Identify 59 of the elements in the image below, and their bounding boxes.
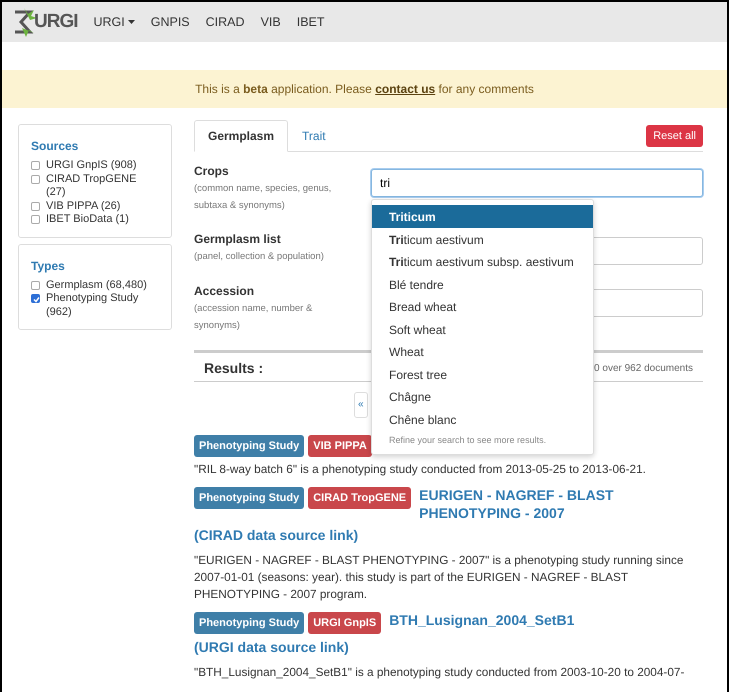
source-link[interactable]: (URGI data source link) (194, 637, 703, 658)
suggestion-item[interactable]: Triticum aestivum subsp. aestivum (372, 250, 593, 272)
pagination-button[interactable]: « (354, 392, 368, 418)
alert-message: This is a beta application. Please contact us for any comments (195, 81, 534, 98)
tag-badge: CIRAD TropGENE (308, 487, 412, 509)
suggestion-item[interactable]: Soft wheat (372, 318, 593, 340)
checkbox[interactable] (31, 202, 40, 210)
suggestion-item[interactable]: Blé tendre (372, 272, 593, 295)
nav-link[interactable]: URGI (94, 12, 135, 32)
nav-link[interactable]: VIB (260, 12, 281, 32)
tag-badge: VIB PIPPA (308, 435, 372, 457)
suggestion-hint: Refine your search to see more results. (388, 434, 548, 447)
logo-text[interactable]: URGI (34, 8, 78, 36)
result-title[interactable]: EURIGEN - NAGREF - BLAST PHENOTYPING - 2007 (419, 486, 703, 522)
tag-badge: Phenotyping Study (194, 612, 304, 634)
result-description: "BTH_Lusignan_2004_SetB1" is a phenotyping study conducted from 2003-10-20 to 2004-07- (194, 664, 686, 681)
field-label: Germplasm list (194, 231, 282, 248)
checkbox-label: VIB PIPPA (26) (46, 200, 120, 213)
field-label: Accession (194, 283, 256, 300)
checkbox-label: URGI GnpIS (908) (46, 159, 136, 172)
suggestion-item[interactable]: Châgne (372, 385, 593, 408)
checkbox[interactable] (31, 280, 40, 290)
suggestion-item[interactable]: Chêne blanc (372, 408, 593, 430)
facet-title: Sources (31, 138, 80, 155)
nav-link[interactable]: CIRAD (206, 12, 245, 32)
field-hint: (panel, collection & population) (194, 250, 325, 264)
tag-badge: Phenotyping Study (194, 487, 304, 509)
tab[interactable]: Trait (288, 120, 340, 152)
result-title[interactable]: BTH_Lusignan_2004_SetB1 (389, 611, 574, 629)
checkbox-label: IBET BioData (1) (46, 213, 129, 226)
input-field[interactable]: tri (371, 169, 703, 197)
checkbox[interactable] (31, 215, 40, 224)
suggestion-item[interactable]: Triticum (372, 205, 593, 228)
checkbox[interactable] (31, 161, 40, 170)
checkbox-label: Germplasm (68,480) (46, 278, 147, 292)
checkbox-label: CIRAD TropGENE (27) (46, 172, 138, 200)
results-count: 0 over 962 documents (594, 362, 693, 376)
source-link[interactable]: (CIRAD data source link) (194, 525, 703, 546)
results-heading: Results : (204, 359, 264, 378)
tag-badge: Phenotyping Study (194, 435, 304, 457)
contact-link[interactable]: contact us (375, 82, 436, 96)
suggestion-item[interactable]: Triticum aestivum (372, 228, 593, 250)
checkbox[interactable] (31, 294, 40, 303)
tab[interactable]: Germplasm (194, 120, 288, 152)
field-hint: (accession name, number & synonyms) (194, 302, 314, 333)
suggestion-item[interactable]: Forest tree (372, 362, 593, 385)
facet-title: Types (31, 258, 66, 274)
reset-button[interactable]: Reset all (646, 124, 703, 147)
result-description: "EURIGEN - NAGREF - BLAST PHENOTYPING - 2007" is a phenotyping study running since 2007-01-01 (seasons: year). this study is part of the EURIGEN - NAGREF - BLAST PHENOTYPING - 2007 program. (194, 552, 684, 603)
suggestion-item[interactable]: Bread wheat (372, 295, 593, 318)
checkbox[interactable] (31, 174, 40, 184)
result-description: "RIL 8-way batch 6" is a phenotyping study conducted from 2013-05-25 to 2013-06-21. (194, 461, 647, 478)
tag-badge: URGI GnpIS (308, 612, 382, 634)
nav-link[interactable]: IBET (296, 12, 325, 32)
field-label: Crops (194, 163, 230, 180)
nav-link[interactable]: GNPIS (150, 12, 190, 32)
field-hint: (common name, species, genus, subtaxa & synonyms) (194, 182, 332, 213)
checkbox-label: Phenotyping Study (962) (46, 292, 140, 319)
suggestion-item[interactable]: Wheat (372, 340, 593, 362)
